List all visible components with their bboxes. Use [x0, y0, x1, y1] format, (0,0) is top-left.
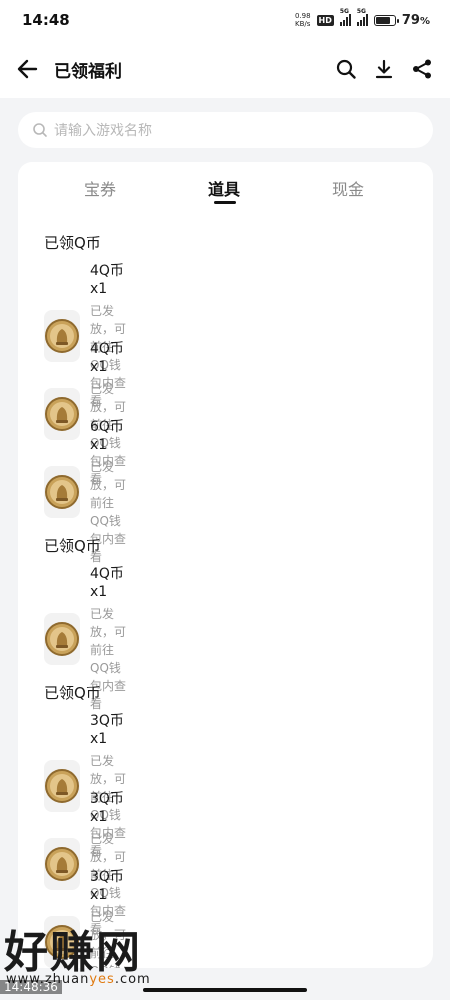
app-header: 已领福利	[0, 40, 450, 98]
watermark-brand: 好赚网	[4, 927, 142, 978]
benefits-card: 宝券 道具 现金 已领Q币 4Q币x1 已发放，可前往QQ钱包内查看 4Q币x1…	[18, 162, 433, 968]
share-icon[interactable]	[410, 57, 434, 81]
battery-percent: 79%	[402, 13, 430, 28]
search-icon[interactable]	[334, 57, 358, 81]
item-name: 3Q币x1	[90, 713, 124, 747]
network-speed: 0.98 KB/s	[295, 12, 311, 28]
signal-icon: 5G	[339, 8, 351, 26]
watermark: 好赚网 www.zhuanyes.com 14:48:36	[0, 912, 200, 1000]
battery-value: 79	[401, 12, 420, 28]
sim2-label: 5G	[356, 8, 366, 15]
section-claimed-q-coins-3: 已领Q币	[44, 682, 101, 703]
page-title: 已领福利	[54, 61, 122, 82]
item-name: 3Q币x1	[90, 791, 124, 825]
active-tab-indicator	[214, 201, 236, 204]
item-name: 3Q币x1	[90, 869, 124, 903]
search-placeholder: 请输入游戏名称	[54, 123, 152, 139]
network-speed-unit: KB/s	[295, 20, 311, 28]
search-input[interactable]: 请输入游戏名称	[18, 112, 433, 148]
section-claimed-q-coins-2: 已领Q币	[44, 535, 101, 556]
hd-badge: HD	[316, 14, 334, 26]
back-arrow-icon[interactable]	[14, 56, 40, 82]
watermark-url-suffix: .com	[114, 972, 151, 987]
signal-icon-2: 5G	[356, 8, 368, 26]
section-title: 已领Q币	[44, 684, 101, 702]
tab-bar: 宝券 道具 现金	[18, 162, 433, 214]
home-indicator[interactable]	[143, 988, 307, 992]
item-name: 4Q币x1	[90, 566, 124, 600]
status-icons: 0.98 KB/s HD 5G 5G 79%	[295, 8, 430, 28]
section-title: 已领Q币	[44, 234, 101, 252]
download-icon[interactable]	[372, 57, 396, 81]
sim1-label: 5G	[339, 8, 349, 15]
battery-icon	[373, 14, 399, 26]
status-bar: 14:48 0.98 KB/s HD 5G 5G 79%	[0, 0, 450, 40]
status-time: 14:48	[22, 11, 70, 29]
watermark-url-highlight: yes	[89, 972, 115, 987]
tab-cash[interactable]: 现金	[332, 176, 364, 200]
item-name: 6Q币x1	[90, 419, 124, 453]
tab-items[interactable]: 道具	[208, 176, 240, 200]
network-speed-value: 0.98	[294, 12, 311, 20]
watermark-timestamp: 14:48:36	[0, 980, 62, 994]
q-coin-icon	[44, 613, 80, 665]
q-coin-icon	[44, 466, 80, 518]
item-name: 4Q币x1	[90, 263, 124, 297]
tab-coupons[interactable]: 宝券	[84, 176, 116, 200]
battery-suffix: %	[419, 15, 430, 27]
section-title: 已领Q币	[44, 537, 101, 555]
item-name: 4Q币x1	[90, 341, 124, 375]
section-claimed-q-coins-1: 已领Q币	[44, 232, 101, 253]
search-field-icon	[33, 123, 47, 137]
